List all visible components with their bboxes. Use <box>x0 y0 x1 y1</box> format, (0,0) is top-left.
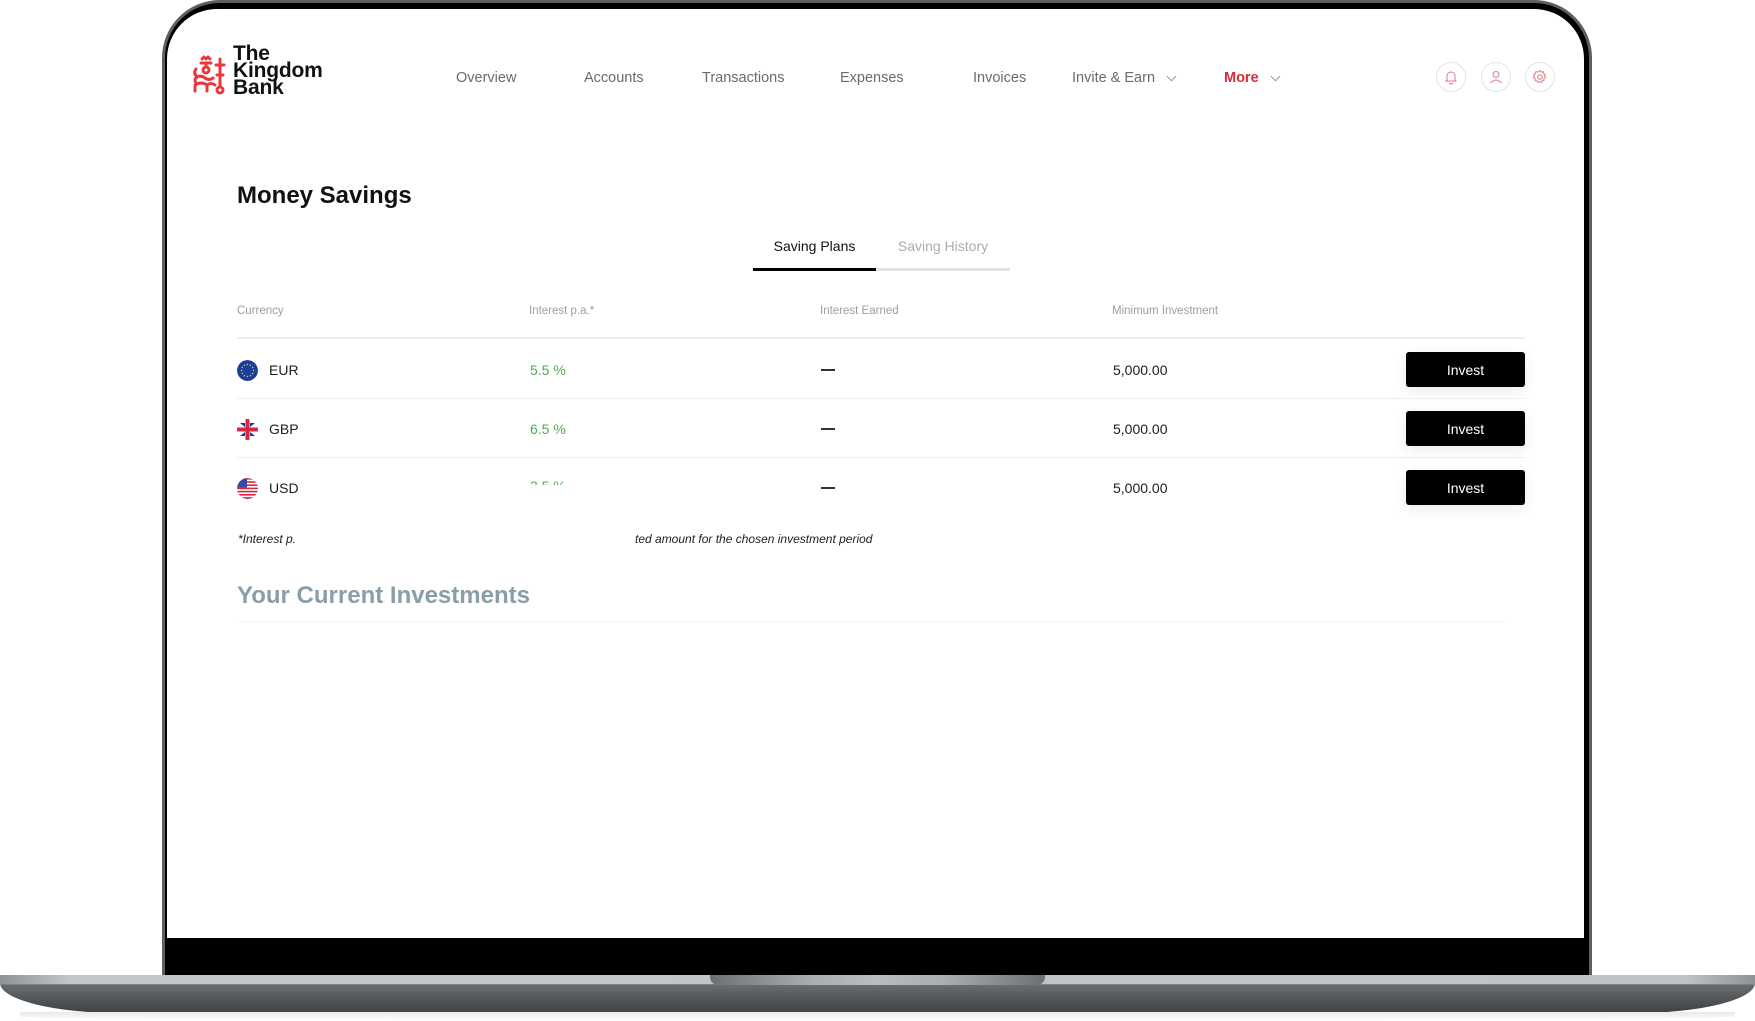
nav-item-accounts[interactable]: Accounts <box>584 66 644 90</box>
minimum-investment: 5,000.00 <box>1113 421 1168 437</box>
table-row: EUR 5.5 % 5,000.00 Invest <box>237 341 1525 399</box>
currency-code: USD <box>269 480 299 496</box>
profile-button[interactable] <box>1481 62 1511 92</box>
app-screen: The Kingdom Bank Overview Accounts Trans… <box>167 9 1584 938</box>
tab-saving-history[interactable]: Saving History <box>876 238 1010 268</box>
row-divider <box>237 398 1525 399</box>
gear-icon <box>1532 70 1547 83</box>
uk-flag-icon <box>237 418 258 440</box>
interest-rate: 5.5 % <box>530 362 566 378</box>
empty-value-dash <box>821 487 835 489</box>
nav-label: More <box>1224 70 1259 86</box>
nav-item-more[interactable]: More <box>1224 66 1281 90</box>
tab-label: Saving History <box>897 238 989 254</box>
currency-cell: GBP <box>237 400 299 458</box>
laptop-hinge-notch <box>710 975 1045 985</box>
interest-earned <box>821 400 835 458</box>
nav-item-overview[interactable]: Overview <box>456 66 516 90</box>
column-header-currency: Currency <box>237 305 284 317</box>
nav-item-transactions[interactable]: Transactions <box>702 66 784 90</box>
nav-item-invoices[interactable]: Invoices <box>973 66 1026 90</box>
settings-button[interactable] <box>1525 62 1555 92</box>
invest-button[interactable]: Invest <box>1406 470 1525 505</box>
tab-label: Saving Plans <box>773 238 856 254</box>
screen-bottom-bezel <box>167 938 1584 978</box>
chevron-down-icon <box>1270 71 1281 81</box>
tab-saving-plans[interactable]: Saving Plans <box>753 238 876 268</box>
current-investments-title: Your Current Investments <box>237 582 530 609</box>
nav-label: Expenses <box>840 70 904 86</box>
main-nav: Overview Accounts Transactions Expenses … <box>167 66 1584 90</box>
footnote-left: *Interest p. <box>238 532 297 546</box>
page-title: Money Savings <box>237 182 412 209</box>
interest-earned <box>821 341 835 399</box>
column-header-interest-earned: Interest Earned <box>820 305 899 317</box>
column-header-interest: Interest p.a.* <box>529 305 595 317</box>
minimum-investment: 5,000.00 <box>1113 362 1168 378</box>
invest-button[interactable]: Invest <box>1406 411 1525 446</box>
interest-rate: 6.5 % <box>530 421 566 437</box>
interest-rate-clipped: 3.5 % <box>530 475 566 485</box>
savings-tabs: Saving Plans Saving History <box>753 238 1010 271</box>
invest-button[interactable]: Invest <box>1406 352 1525 387</box>
nav-item-expenses[interactable]: Expenses <box>840 66 904 90</box>
table-row: GBP 6.5 % 5,000.00 Invest <box>237 400 1525 458</box>
currency-cell: EUR <box>237 341 299 399</box>
nav-label: Transactions <box>702 70 785 86</box>
us-flag-icon <box>237 477 258 499</box>
nav-label: Overview <box>456 70 517 86</box>
eu-flag-icon <box>237 359 258 381</box>
empty-value-dash <box>821 369 835 371</box>
column-header-minimum-investment: Minimum Investment <box>1112 305 1219 317</box>
chevron-down-icon <box>1166 71 1177 81</box>
active-tab-indicator <box>753 268 876 271</box>
tab-track <box>876 268 1010 271</box>
minimum-investment: 5,000.00 <box>1113 480 1168 496</box>
user-icon <box>1490 71 1502 84</box>
currency-code: EUR <box>269 362 299 378</box>
empty-value-dash <box>821 428 835 430</box>
nav-label: Accounts <box>584 70 644 86</box>
laptop-reflection <box>20 1012 1735 1021</box>
interest-rate: 3.5 % <box>530 459 566 517</box>
table-row: USD 3.5 % 5,000.00 Invest <box>237 459 1525 517</box>
nav-label: Invoices <box>973 70 1027 86</box>
currency-code: GBP <box>269 421 299 437</box>
notifications-button[interactable] <box>1436 62 1466 92</box>
bell-icon <box>1444 71 1458 85</box>
header-divider <box>237 337 1525 339</box>
section-divider <box>237 621 1507 622</box>
interest-earned <box>821 459 835 517</box>
currency-cell: USD <box>237 459 299 517</box>
footnote-right: ted amount for the chosen investment per… <box>635 532 873 546</box>
row-divider <box>237 457 1525 458</box>
nav-item-invite-earn[interactable]: Invite & Earn <box>1072 66 1177 90</box>
nav-label: Invite & Earn <box>1072 70 1156 86</box>
